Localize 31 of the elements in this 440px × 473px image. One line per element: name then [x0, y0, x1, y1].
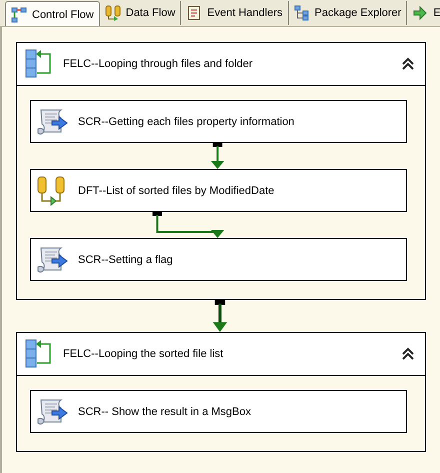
container-box[interactable]: FELC--Looping through files and folder SCR--Getting each files property information DFT--List of sorted files by ModifiedDate SCR--Setting a flag	[16, 42, 426, 300]
scroll-icon	[36, 106, 68, 136]
loop-icon	[25, 339, 53, 369]
task-label: SCR--Setting a flag	[78, 254, 173, 266]
container-title: FELC--Looping through files and folder	[63, 58, 254, 70]
collapse-icon[interactable]	[401, 347, 415, 361]
notepad-icon	[186, 5, 202, 21]
flow-icon	[11, 6, 27, 22]
connector-arrow[interactable]	[212, 300, 228, 332]
tab[interactable]: Control Flow	[5, 1, 100, 26]
scroll-icon	[36, 396, 68, 426]
tab[interactable]: E	[407, 1, 440, 25]
task-box[interactable]: SCR--Getting each files property information	[30, 100, 407, 143]
task-box[interactable]: SCR-- Show the result in a MsgBox	[30, 390, 407, 433]
tab[interactable]: Data Flow	[100, 1, 182, 25]
task-box[interactable]: DFT--List of sorted files by ModifiedDate	[30, 169, 407, 212]
task-label: SCR-- Show the result in a MsgBox	[78, 406, 252, 418]
connector-arrow[interactable]	[210, 143, 224, 169]
database-icon	[104, 5, 121, 21]
tab[interactable]: Event Handlers	[181, 1, 288, 25]
collapse-icon[interactable]	[401, 57, 415, 71]
tree-icon	[294, 5, 310, 21]
task-label: DFT--List of sorted files by ModifiedDate	[78, 184, 274, 196]
container-title: FELC--Looping the sorted file list	[63, 348, 224, 360]
loop-icon	[25, 49, 53, 79]
task-box[interactable]: SCR--Setting a flag	[30, 238, 407, 281]
scroll-icon	[36, 244, 68, 274]
arrow-icon	[412, 5, 428, 21]
container-box[interactable]: FELC--Looping the sorted file list SCR-- Show the result in a MsgBox	[16, 332, 426, 452]
tab[interactable]: Package Explorer	[288, 1, 408, 25]
task-label: SCR--Getting each files property information	[78, 116, 294, 128]
